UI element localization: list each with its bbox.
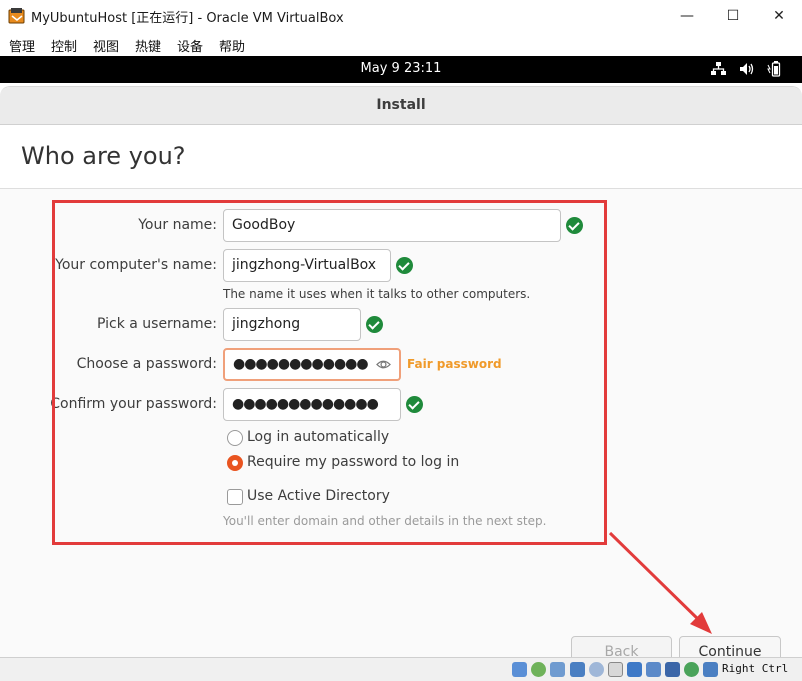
menu-help[interactable]: 帮助 — [219, 36, 245, 55]
installer-header: Install — [0, 87, 802, 125]
name-valid-check-icon — [566, 217, 583, 234]
password-input[interactable]: ●●●●●●●●●●●● — [223, 348, 401, 381]
host-key-label: Right Ctrl — [722, 662, 789, 675]
your-name-input[interactable]: GoodBoy — [223, 209, 561, 242]
cpu-icon[interactable] — [665, 662, 680, 677]
password-label: Choose a password: — [76, 356, 217, 372]
shared-folder-icon[interactable] — [608, 662, 623, 677]
active-directory-checkbox[interactable] — [227, 489, 243, 505]
display-icon[interactable] — [627, 662, 642, 677]
host-titlebar: MyUbuntuHost [正在运行] - Oracle VM VirtualB… — [0, 0, 802, 32]
menu-control[interactable]: 控制 — [51, 36, 77, 55]
clock[interactable]: May 9 23:11 — [0, 61, 802, 76]
username-input[interactable]: jingzhong — [223, 308, 361, 341]
computer-name-hint: The name it uses when it talks to other … — [223, 287, 531, 301]
installer-title: Install — [376, 97, 426, 113]
optical-icon[interactable] — [531, 662, 546, 677]
virtualbox-statusbar: Right Ctrl — [0, 657, 802, 681]
login-auto-label[interactable]: Log in automatically — [247, 429, 389, 445]
confirm-password-input[interactable]: ●●●●●●●●●●●●● — [223, 388, 401, 421]
page-title: Who are you? — [21, 142, 186, 170]
keyboard-icon[interactable] — [703, 662, 718, 677]
menu-devices[interactable]: 设备 — [177, 36, 203, 55]
installer-window: Install Who are you? — [0, 86, 802, 681]
volume-icon[interactable] — [739, 62, 755, 76]
host-menubar: 管理 控制 视图 热键 设备 帮助 — [0, 32, 802, 56]
menu-hotkey[interactable]: 热键 — [135, 36, 161, 55]
computer-name-input[interactable]: jingzhong-VirtualBox — [223, 249, 391, 282]
username-label: Pick a username: — [96, 316, 217, 332]
audio-icon[interactable] — [550, 662, 565, 677]
host-window-title: MyUbuntuHost [正在运行] - Oracle VM VirtualB… — [31, 11, 344, 26]
recording-icon[interactable] — [646, 662, 661, 677]
computer-name-label: Your computer's name: — [55, 257, 217, 273]
ubuntu-top-bar: May 9 23:11 — [0, 56, 802, 83]
mouse-icon[interactable] — [684, 662, 699, 677]
computer-valid-check-icon — [396, 257, 413, 274]
menu-view[interactable]: 视图 — [93, 36, 119, 55]
page-header: Who are you? — [0, 125, 802, 189]
usb-icon[interactable] — [589, 662, 604, 677]
menu-manage[interactable]: 管理 — [9, 36, 35, 55]
password-strength: Fair password — [407, 357, 502, 371]
login-require-password-radio[interactable] — [227, 455, 243, 471]
username-valid-check-icon — [366, 316, 383, 333]
minimize-button[interactable]: — — [664, 0, 710, 32]
close-button[interactable]: ✕ — [756, 0, 802, 32]
login-auto-radio[interactable] — [227, 430, 243, 446]
active-directory-label[interactable]: Use Active Directory — [247, 488, 390, 504]
maximize-button[interactable]: ☐ — [710, 0, 756, 32]
network-icon[interactable] — [711, 62, 726, 76]
show-password-eye-icon[interactable] — [376, 357, 391, 372]
confirm-valid-check-icon — [406, 396, 423, 413]
your-name-label: Your name: — [138, 217, 217, 233]
battery-icon[interactable] — [767, 60, 785, 77]
login-require-password-label[interactable]: Require my password to log in — [247, 454, 459, 470]
virtualbox-app-icon — [8, 8, 25, 24]
disk-icon[interactable] — [512, 662, 527, 677]
network-icon[interactable] — [570, 662, 585, 677]
confirm-password-label: Confirm your password: — [50, 396, 217, 412]
active-directory-hint: You'll enter domain and other details in… — [223, 514, 547, 528]
